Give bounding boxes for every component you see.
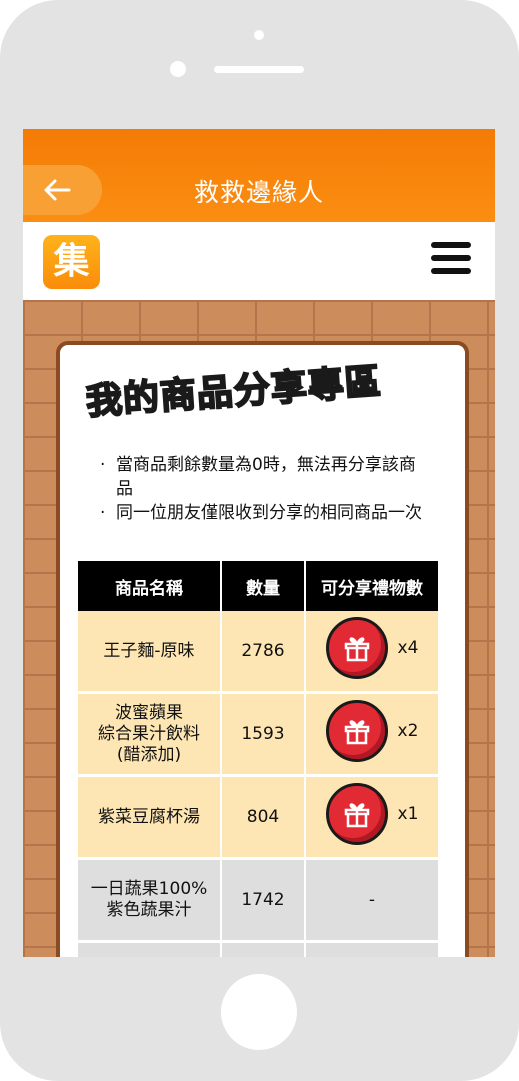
page-title: 救救邊緣人 — [193, 178, 324, 207]
product-qty: 2786 — [221, 611, 306, 694]
gift-count: x1 — [397, 803, 419, 824]
table-row: 一日蔬果100% 紫色蔬果汁 1742 - — [78, 858, 438, 943]
col-header-gifts: 可分享禮物數 — [305, 561, 438, 611]
col-header-qty: 數量 — [221, 561, 306, 611]
gift-icon — [344, 720, 369, 745]
note-item: 同一位朋友僅限收到分享的相同商品一次 — [100, 501, 430, 525]
app-logo[interactable]: 集 — [43, 235, 100, 289]
product-qty: 1742 — [221, 858, 306, 943]
phone-frame: 救救邊緣人 集 我的商品分享專區 當商品剩餘數量為0時，無法再分享該商品 同一位… — [0, 0, 519, 1081]
table-row: 波蜜蘋果 綜合果汁飲料 (醋添加) 1593 x2 — [78, 692, 438, 777]
table-row — [78, 941, 438, 957]
gift-count: x2 — [397, 720, 419, 741]
screen: 救救邊緣人 集 我的商品分享專區 當商品剩餘數量為0時，無法再分享該商品 同一位… — [23, 129, 495, 957]
gift-button[interactable] — [325, 700, 388, 762]
product-name: 紫菜豆腐杯湯 — [78, 775, 222, 860]
gift-count: - — [305, 858, 438, 943]
notes-list: 當商品剩餘數量為0時，無法再分享該商品 同一位朋友僅限收到分享的相同商品一次 — [100, 453, 430, 525]
table-row: 王子麵-原味 2786 x4 — [78, 611, 438, 694]
share-card: 我的商品分享專區 當商品剩餘數量為0時，無法再分享該商品 同一位朋友僅限收到分享… — [56, 341, 469, 957]
hamburger-menu-icon[interactable] — [431, 242, 471, 276]
col-header-name: 商品名稱 — [78, 561, 222, 611]
gift-button[interactable] — [325, 617, 388, 679]
note-item: 當商品剩餘數量為0時，無法再分享該商品 — [100, 453, 430, 501]
section-heading: 我的商品分享專區 — [84, 360, 384, 424]
product-table: 商品名稱 數量 可分享禮物數 王子麵-原味 2786 x4 波蜜蘋果 綜合果汁飲… — [78, 561, 438, 957]
table-row: 紫菜豆腐杯湯 804 x1 — [78, 775, 438, 860]
front-camera — [254, 30, 264, 40]
product-name: 一日蔬果100% 紫色蔬果汁 — [78, 858, 222, 943]
product-name: 王子麵-原味 — [78, 611, 222, 694]
product-name: 波蜜蘋果 綜合果汁飲料 (醋添加) — [78, 692, 222, 777]
brand-bar: 集 — [23, 222, 495, 300]
gift-icon — [344, 803, 369, 828]
product-qty: 1593 — [221, 692, 306, 777]
home-button[interactable] — [221, 974, 297, 1050]
gift-icon — [344, 637, 369, 662]
gift-button[interactable] — [325, 783, 388, 845]
top-bar: 救救邊緣人 — [23, 129, 495, 222]
product-qty: 804 — [221, 775, 306, 860]
sensor-dot — [170, 61, 186, 77]
gift-count: x4 — [397, 637, 419, 658]
speaker-grille — [214, 66, 304, 73]
